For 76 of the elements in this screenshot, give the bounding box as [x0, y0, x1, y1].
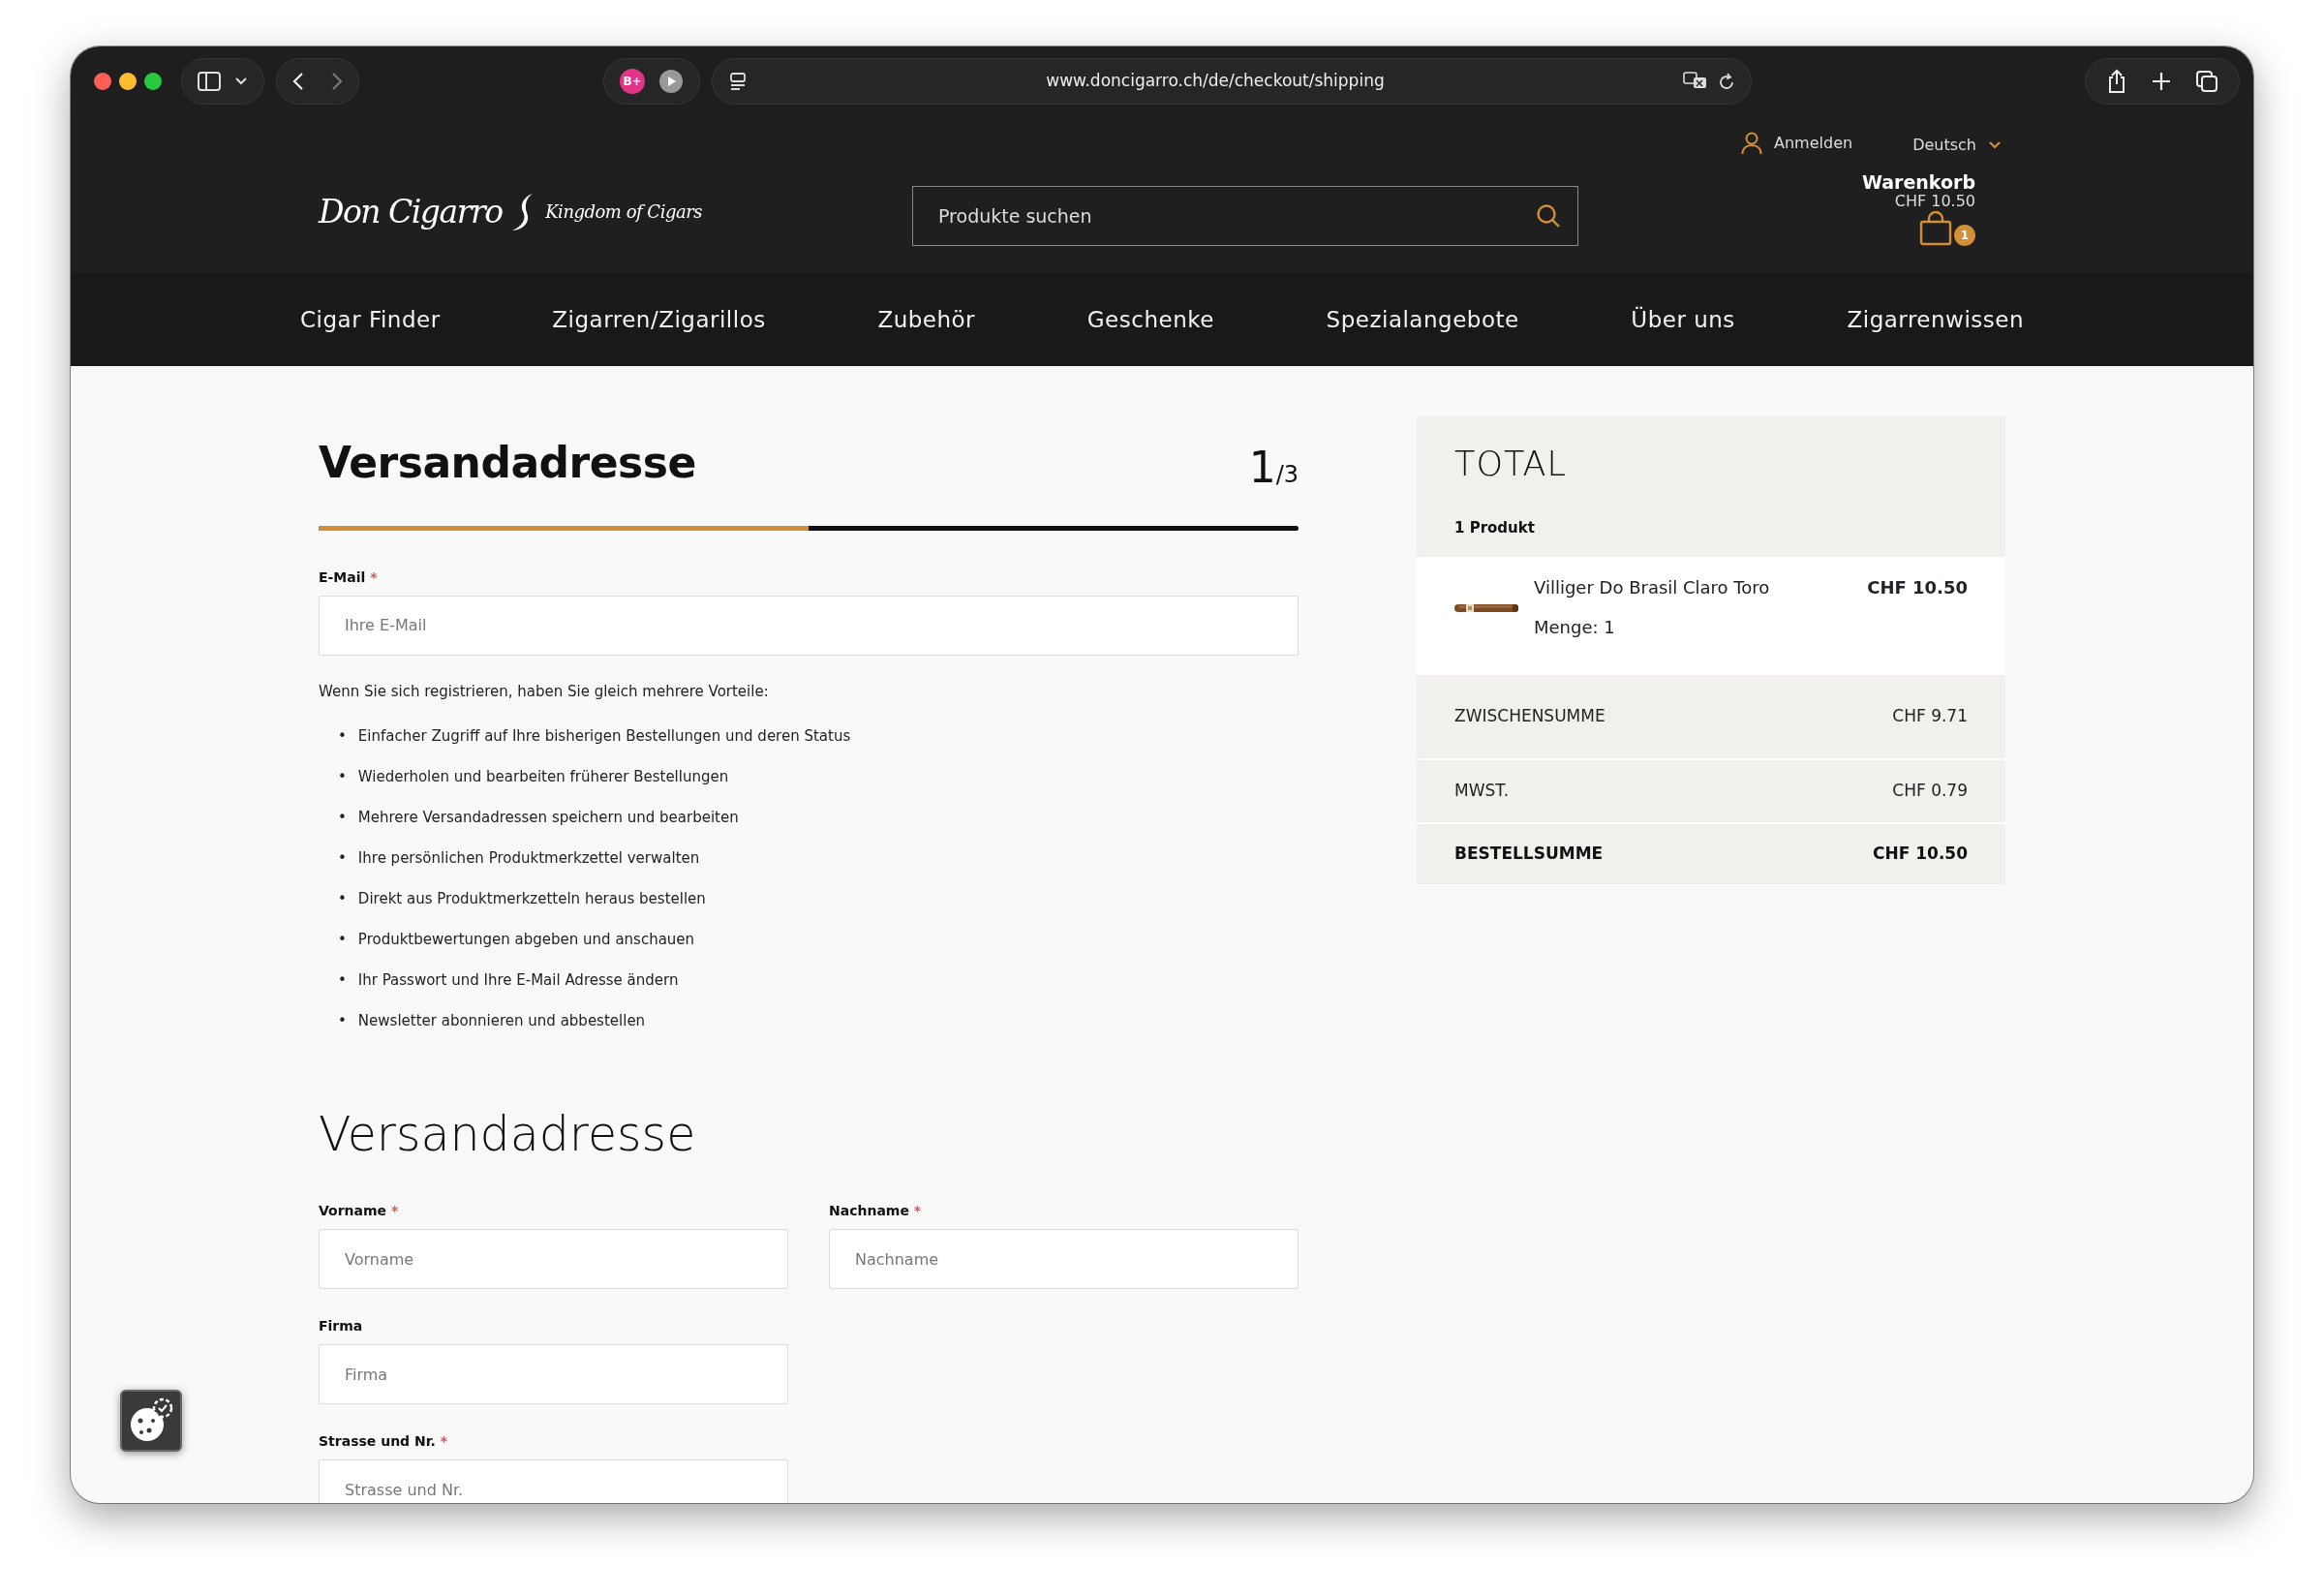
cart-total: CHF 10.50 [1893, 192, 1975, 210]
nav-link[interactable]: Zubehör [877, 302, 976, 337]
play-icon[interactable] [658, 69, 684, 94]
benefit-text: Direkt aus Produktmerkzetteln heraus bestellen [357, 889, 706, 910]
chevron-down-icon[interactable] [234, 77, 248, 86]
benefit-text: Ihre persönlichen Produktmerkzettel verwalten [357, 848, 700, 870]
product-quantity: Menge: 1 [1534, 615, 1616, 639]
zoom-window-button[interactable] [144, 73, 162, 90]
language-dropdown[interactable]: Deutsch [1912, 134, 2002, 157]
shopping-bag-icon [1919, 211, 1952, 247]
new-tab-icon[interactable] [2152, 72, 2171, 91]
bullet: • [338, 970, 347, 992]
user-icon [1741, 132, 1763, 155]
page-title: Versandadresse [319, 438, 696, 489]
chevron-down-icon [1988, 140, 2002, 150]
input-field[interactable]: Firma [319, 1344, 788, 1405]
summary-value: CHF 0.79 [1892, 779, 1968, 802]
input-field[interactable]: Vorname [319, 1229, 788, 1290]
input-field[interactable]: Strasse und Nr. [319, 1459, 788, 1503]
nav-link[interactable]: Spezialangebote [1326, 302, 1519, 337]
login-link[interactable]: Anmelden [1741, 130, 1853, 157]
bullet: • [338, 767, 347, 788]
benefit-text: Einfacher Zugriff auf Ihre bisherigen Bestellungen und deren Status [357, 726, 851, 748]
nav-link[interactable]: Zigarren/Zigarillos [552, 302, 766, 337]
benefit-text: Ihr Passwort und Ihre E-Mail Adresse ändern [357, 970, 679, 992]
cookie-settings-button[interactable] [120, 1390, 182, 1452]
summary-title: TOTAL [1454, 444, 1569, 484]
benefit-text: Wiederholen und bearbeiten früherer Bestellungen [357, 767, 729, 788]
summary-value: CHF 10.50 [1873, 842, 1968, 865]
cart-title: Warenkorb [1861, 172, 1975, 193]
minimize-window-button[interactable] [119, 73, 137, 90]
field-label: E-Mail * [319, 568, 379, 587]
section-title: Versandadresse [319, 1107, 697, 1165]
logo[interactable]: Don Cigarro Kingdom of Cigars [319, 188, 702, 236]
step-indicator: 1/3 [1248, 445, 1299, 489]
input-field[interactable]: Ihre E-Mail [319, 595, 1299, 656]
sidebar-icon[interactable] [198, 72, 221, 91]
nav-link[interactable]: Über uns [1631, 302, 1735, 337]
bullet: • [338, 848, 347, 870]
forward-icon[interactable] [331, 72, 343, 91]
nav-link[interactable]: Geschenke [1086, 302, 1214, 337]
field-label: Strasse und Nr. * [319, 1432, 449, 1452]
benefit-text: Newsletter abonnieren und abbestellen [357, 1011, 646, 1032]
tabs-overview-icon[interactable] [2196, 71, 2217, 92]
product-count: 1 Produkt [1454, 518, 1536, 538]
bullet: • [338, 726, 347, 748]
summary-label: BESTELLSUMME [1454, 842, 1604, 865]
benefit-text: Produktbewertungen abgeben und anschauen [357, 930, 695, 951]
search-field[interactable]: Produkte suchen [912, 186, 1578, 246]
nav-link[interactable]: Cigar Finder [300, 302, 441, 337]
reload-icon[interactable] [1718, 72, 1735, 91]
nav-link[interactable]: Zigarrenwissen [1847, 302, 2024, 337]
close-window-button[interactable] [94, 73, 111, 90]
bullet: • [338, 930, 347, 951]
extension-button[interactable]: B+ [620, 69, 645, 94]
search-icon[interactable] [1536, 203, 1561, 229]
product-price: CHF 10.50 [1867, 575, 1968, 599]
summary-value: CHF 9.71 [1892, 704, 1968, 727]
translate-icon[interactable] [1683, 72, 1708, 91]
bullet: • [338, 1011, 347, 1032]
intro-text: Wenn Sie sich registrieren, haben Sie gleich mehrere Vorteile: [319, 681, 770, 702]
summary-label: MWST. [1454, 779, 1510, 802]
cart-count-badge: 1 [1954, 225, 1975, 247]
bullet: • [338, 889, 347, 910]
summary-label: ZWISCHENSUMME [1454, 704, 1605, 727]
field-label: Firma [319, 1317, 364, 1336]
reader-icon[interactable] [728, 73, 748, 90]
bullet: • [338, 808, 347, 829]
input-field[interactable]: Nachname [829, 1229, 1299, 1290]
cookie-icon [128, 1397, 174, 1444]
benefit-text: Mehrere Versandadressen speichern und bearbeiten [357, 808, 739, 829]
product-name: Villiger Do Brasil Claro Toro [1534, 575, 1770, 599]
field-label: Nachname * [829, 1202, 923, 1221]
share-icon[interactable] [2107, 69, 2126, 94]
field-label: Vorname * [319, 1202, 400, 1221]
back-icon[interactable] [292, 72, 304, 91]
